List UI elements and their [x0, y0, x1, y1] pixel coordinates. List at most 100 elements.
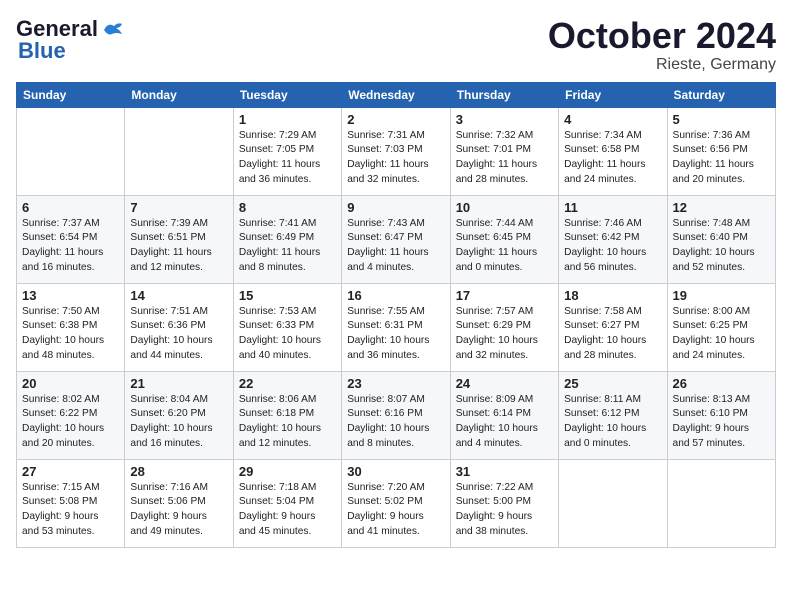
calendar-cell: 10 Sunrise: 7:44 AM Sunset: 6:45 PM Dayli… — [450, 195, 558, 283]
calendar-cell: 23Sunrise: 8:07 AM Sunset: 6:16 PM Dayli… — [342, 371, 450, 459]
day-number: 31 — [456, 464, 553, 479]
day-number: 24 — [456, 376, 553, 391]
day-number: 14 — [130, 288, 227, 303]
calendar-week-row: 27 Sunrise: 7:15 AM Sunset: 5:08 PM Dayli… — [17, 459, 776, 547]
day-number: 13 — [22, 288, 119, 303]
calendar-cell: 22Sunrise: 8:06 AM Sunset: 6:18 PM Dayli… — [233, 371, 341, 459]
calendar-cell: 3 Sunrise: 7:32 AM Sunset: 7:01 PM Daylig… — [450, 107, 558, 195]
calendar-cell: 15 Sunrise: 7:53 AM Sunset: 6:33 PM Dayli… — [233, 283, 341, 371]
day-info: Sunrise: 7:22 AM Sunset: 5:00 PM Dayligh… — [456, 481, 553, 540]
calendar-cell: 4Sunrise: 7:34 AM Sunset: 6:58 PM Daylig… — [559, 107, 667, 195]
calendar-cell: 20 Sunrise: 8:02 AM Sunset: 6:22 PM Dayli… — [17, 371, 125, 459]
calendar-cell: 21 Sunrise: 8:04 AM Sunset: 6:20 PM Dayli… — [125, 371, 233, 459]
calendar-cell: 25 Sunrise: 8:11 AM Sunset: 6:12 PM Dayli… — [559, 371, 667, 459]
calendar-cell: 27 Sunrise: 7:15 AM Sunset: 5:08 PM Dayli… — [17, 459, 125, 547]
calendar-cell: 11Sunrise: 7:46 AM Sunset: 6:42 PM Dayli… — [559, 195, 667, 283]
calendar-cell: 19 Sunrise: 8:00 AM Sunset: 6:25 PM Dayli… — [667, 283, 775, 371]
day-info: Sunrise: 7:34 AM Sunset: 6:58 PM Dayligh… — [564, 129, 661, 188]
calendar-cell: 16 Sunrise: 7:55 AM Sunset: 6:31 PM Dayli… — [342, 283, 450, 371]
day-info: Sunrise: 8:04 AM Sunset: 6:20 PM Dayligh… — [130, 393, 227, 452]
weekday-header-row: SundayMondayTuesdayWednesdayThursdayFrid… — [17, 82, 776, 107]
calendar-cell: 12 Sunrise: 7:48 AM Sunset: 6:40 PM Dayli… — [667, 195, 775, 283]
day-number: 29 — [239, 464, 336, 479]
day-info: Sunrise: 7:20 AM Sunset: 5:02 PM Dayligh… — [347, 481, 444, 540]
day-info: Sunrise: 7:41 AM Sunset: 6:49 PM Dayligh… — [239, 217, 336, 276]
day-number: 25 — [564, 376, 661, 391]
day-number: 19 — [673, 288, 770, 303]
day-info: Sunrise: 7:58 AM Sunset: 6:27 PM Dayligh… — [564, 305, 661, 364]
calendar-cell — [125, 107, 233, 195]
location-title: Rieste, Germany — [548, 56, 776, 74]
day-info: Sunrise: 8:11 AM Sunset: 6:12 PM Dayligh… — [564, 393, 661, 452]
weekday-header-cell: Wednesday — [342, 82, 450, 107]
calendar-cell: 8 Sunrise: 7:41 AM Sunset: 6:49 PM Daylig… — [233, 195, 341, 283]
day-info: Sunrise: 8:09 AM Sunset: 6:14 PM Dayligh… — [456, 393, 553, 452]
calendar-week-row: 20 Sunrise: 8:02 AM Sunset: 6:22 PM Dayli… — [17, 371, 776, 459]
calendar-cell — [17, 107, 125, 195]
day-info: Sunrise: 7:31 AM Sunset: 7:03 PM Dayligh… — [347, 129, 444, 188]
calendar-week-row: 1Sunrise: 7:29 AM Sunset: 7:05 PM Daylig… — [17, 107, 776, 195]
day-info: Sunrise: 7:32 AM Sunset: 7:01 PM Dayligh… — [456, 129, 553, 188]
day-number: 21 — [130, 376, 227, 391]
day-number: 3 — [456, 112, 553, 127]
day-info: Sunrise: 7:55 AM Sunset: 6:31 PM Dayligh… — [347, 305, 444, 364]
month-title-area: October 2024 Rieste, Germany — [548, 16, 776, 74]
day-number: 16 — [347, 288, 444, 303]
calendar-cell: 24 Sunrise: 8:09 AM Sunset: 6:14 PM Dayli… — [450, 371, 558, 459]
day-number: 6 — [22, 200, 119, 215]
day-info: Sunrise: 7:44 AM Sunset: 6:45 PM Dayligh… — [456, 217, 553, 276]
day-number: 27 — [22, 464, 119, 479]
calendar-body: 1Sunrise: 7:29 AM Sunset: 7:05 PM Daylig… — [17, 107, 776, 547]
calendar-cell: 26 Sunrise: 8:13 AM Sunset: 6:10 PM Dayli… — [667, 371, 775, 459]
day-info: Sunrise: 7:37 AM Sunset: 6:54 PM Dayligh… — [22, 217, 119, 276]
weekday-header-cell: Saturday — [667, 82, 775, 107]
calendar-cell: 2 Sunrise: 7:31 AM Sunset: 7:03 PM Daylig… — [342, 107, 450, 195]
calendar-cell: 14Sunrise: 7:51 AM Sunset: 6:36 PM Dayli… — [125, 283, 233, 371]
logo-blue: Blue — [18, 38, 66, 64]
day-info: Sunrise: 7:18 AM Sunset: 5:04 PM Dayligh… — [239, 481, 336, 540]
day-number: 17 — [456, 288, 553, 303]
logo-bird-icon — [102, 20, 124, 38]
day-number: 28 — [130, 464, 227, 479]
calendar-cell: 28 Sunrise: 7:16 AM Sunset: 5:06 PM Dayli… — [125, 459, 233, 547]
calendar-cell: 31 Sunrise: 7:22 AM Sunset: 5:00 PM Dayli… — [450, 459, 558, 547]
day-info: Sunrise: 7:15 AM Sunset: 5:08 PM Dayligh… — [22, 481, 119, 540]
day-number: 8 — [239, 200, 336, 215]
day-info: Sunrise: 8:00 AM Sunset: 6:25 PM Dayligh… — [673, 305, 770, 364]
weekday-header-cell: Monday — [125, 82, 233, 107]
calendar-week-row: 13 Sunrise: 7:50 AM Sunset: 6:38 PM Dayli… — [17, 283, 776, 371]
day-number: 15 — [239, 288, 336, 303]
day-info: Sunrise: 7:43 AM Sunset: 6:47 PM Dayligh… — [347, 217, 444, 276]
day-info: Sunrise: 7:46 AM Sunset: 6:42 PM Dayligh… — [564, 217, 661, 276]
day-info: Sunrise: 7:29 AM Sunset: 7:05 PM Dayligh… — [239, 129, 336, 188]
logo: General Blue — [16, 16, 124, 64]
weekday-header-cell: Friday — [559, 82, 667, 107]
day-info: Sunrise: 7:39 AM Sunset: 6:51 PM Dayligh… — [130, 217, 227, 276]
calendar-cell: 17 Sunrise: 7:57 AM Sunset: 6:29 PM Dayli… — [450, 283, 558, 371]
day-number: 12 — [673, 200, 770, 215]
day-number: 2 — [347, 112, 444, 127]
day-info: Sunrise: 7:53 AM Sunset: 6:33 PM Dayligh… — [239, 305, 336, 364]
day-number: 22 — [239, 376, 336, 391]
day-info: Sunrise: 8:13 AM Sunset: 6:10 PM Dayligh… — [673, 393, 770, 452]
day-info: Sunrise: 7:16 AM Sunset: 5:06 PM Dayligh… — [130, 481, 227, 540]
header: General Blue October 2024 Rieste, German… — [16, 16, 776, 74]
weekday-header-cell: Sunday — [17, 82, 125, 107]
day-info: Sunrise: 7:57 AM Sunset: 6:29 PM Dayligh… — [456, 305, 553, 364]
day-number: 20 — [22, 376, 119, 391]
weekday-header-cell: Thursday — [450, 82, 558, 107]
calendar-cell: 29 Sunrise: 7:18 AM Sunset: 5:04 PM Dayli… — [233, 459, 341, 547]
day-info: Sunrise: 7:50 AM Sunset: 6:38 PM Dayligh… — [22, 305, 119, 364]
day-number: 26 — [673, 376, 770, 391]
day-number: 10 — [456, 200, 553, 215]
calendar-cell: 1Sunrise: 7:29 AM Sunset: 7:05 PM Daylig… — [233, 107, 341, 195]
calendar-table: SundayMondayTuesdayWednesdayThursdayFrid… — [16, 82, 776, 548]
day-number: 18 — [564, 288, 661, 303]
day-info: Sunrise: 7:48 AM Sunset: 6:40 PM Dayligh… — [673, 217, 770, 276]
weekday-header-cell: Tuesday — [233, 82, 341, 107]
day-number: 5 — [673, 112, 770, 127]
day-info: Sunrise: 8:02 AM Sunset: 6:22 PM Dayligh… — [22, 393, 119, 452]
day-number: 30 — [347, 464, 444, 479]
day-info: Sunrise: 8:07 AM Sunset: 6:16 PM Dayligh… — [347, 393, 444, 452]
calendar-cell: 5Sunrise: 7:36 AM Sunset: 6:56 PM Daylig… — [667, 107, 775, 195]
